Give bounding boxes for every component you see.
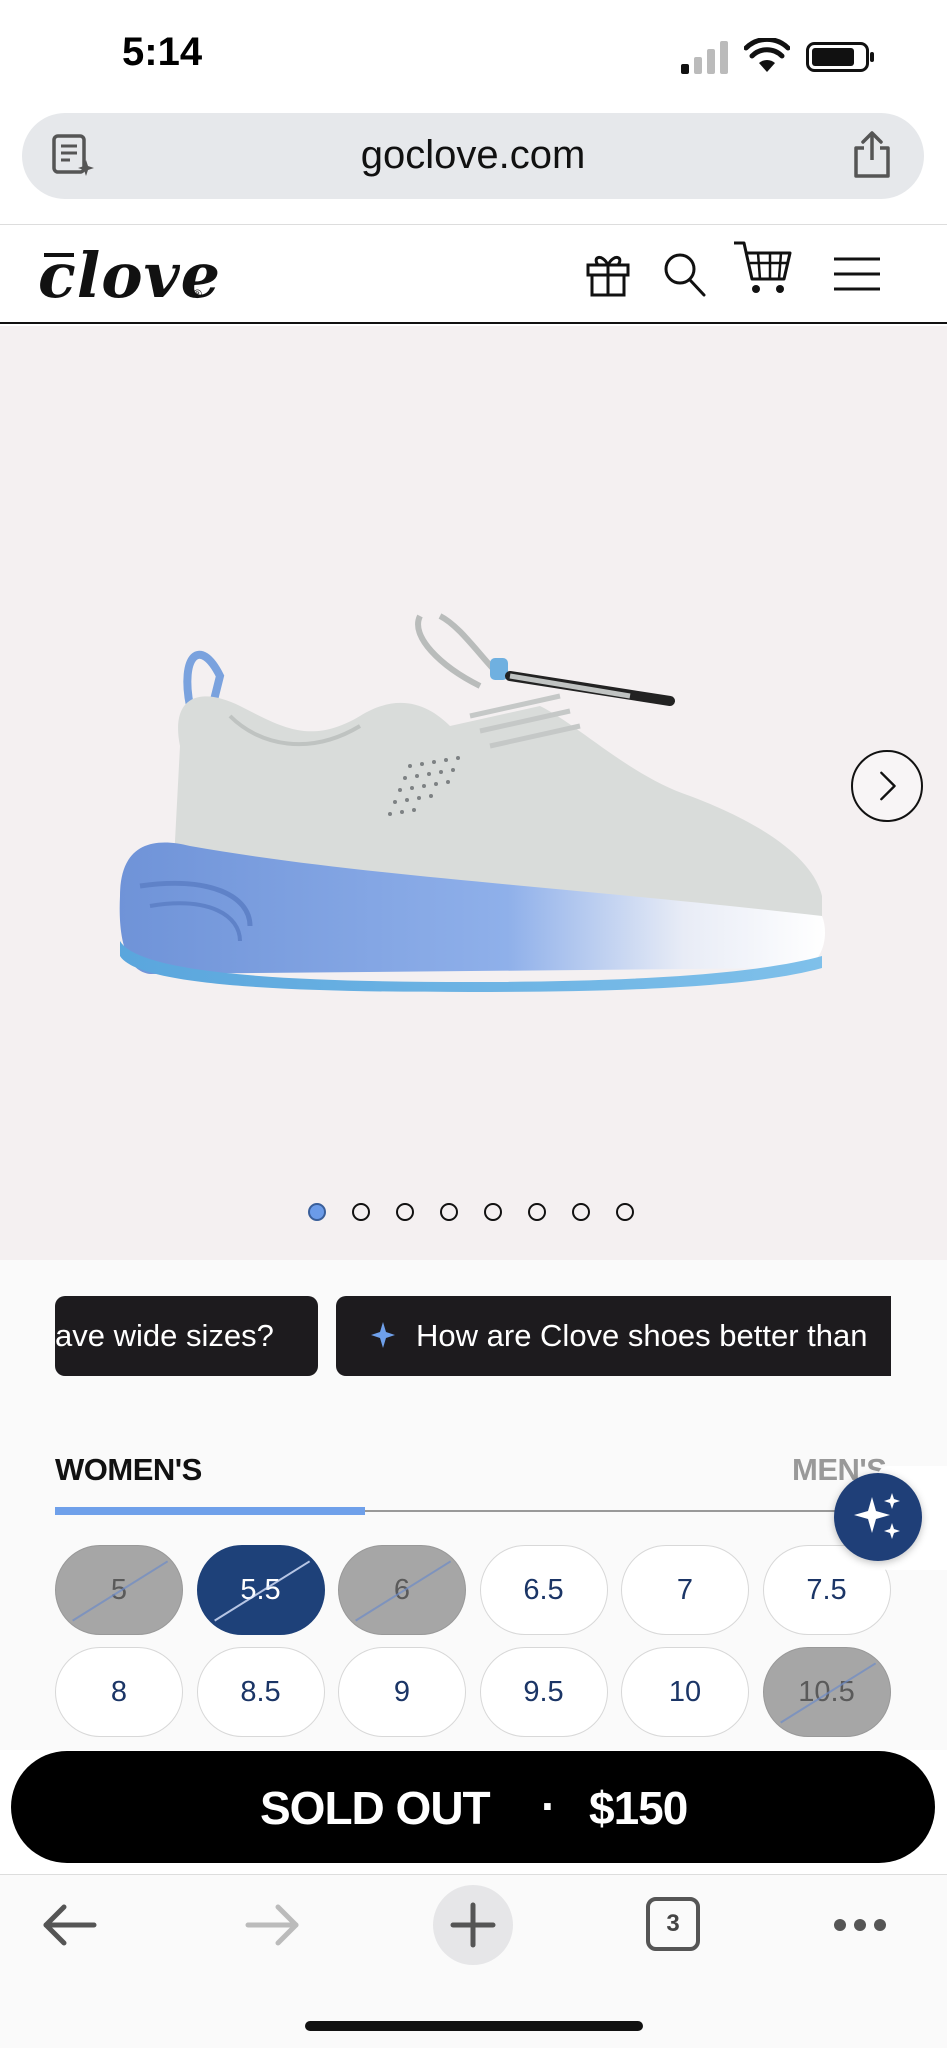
question-chip-label: ave wide sizes? <box>55 1318 274 1353</box>
cellular-signal-icon <box>681 41 728 74</box>
carousel-dot[interactable] <box>616 1203 634 1221</box>
buy-button-separator: · <box>541 1780 557 1832</box>
size-option[interactable]: 5 <box>55 1545 183 1635</box>
back-arrow-icon[interactable] <box>40 1895 100 1955</box>
carousel-dot[interactable] <box>308 1203 326 1221</box>
sold-out-button[interactable]: SOLD OUT · $150 <box>11 1751 935 1863</box>
size-option[interactable]: 5.5 <box>196 1545 325 1635</box>
tab-switcher-button[interactable]: 3 <box>646 1897 700 1951</box>
url-text[interactable]: goclove.com <box>22 133 924 178</box>
new-tab-button[interactable] <box>433 1885 513 1965</box>
sparkle-icon <box>371 1322 395 1348</box>
product-image-carousel[interactable] <box>0 326 947 1260</box>
carousel-dot[interactable] <box>352 1203 370 1221</box>
question-chip-label: How are Clove shoes better than <box>416 1318 868 1353</box>
active-tab-indicator <box>55 1507 365 1515</box>
sparkles-icon <box>854 1493 900 1539</box>
size-selector: WOMEN'S MEN'S 5 5.5 6 6.5 7 7.5 8 8.5 9 9.5 10 10.5 <box>0 1420 947 1750</box>
carousel-dot[interactable] <box>440 1203 458 1221</box>
carousel-dot[interactable] <box>396 1203 414 1221</box>
carousel-dot[interactable] <box>528 1203 546 1221</box>
home-indicator <box>305 2021 643 2031</box>
carousel-dot[interactable] <box>484 1203 502 1221</box>
ai-assistant-button[interactable] <box>834 1473 922 1561</box>
address-bar[interactable]: goclove.com <box>22 113 924 199</box>
plus-icon <box>450 1902 496 1948</box>
hamburger-menu-icon[interactable] <box>832 249 882 299</box>
forward-arrow-icon[interactable] <box>242 1895 302 1955</box>
share-icon[interactable] <box>850 130 894 180</box>
logo-registered-mark: ® <box>193 287 202 301</box>
size-option[interactable]: 6 <box>338 1545 466 1635</box>
product-shoe-image <box>119 613 826 992</box>
search-icon[interactable] <box>660 249 708 299</box>
gift-icon[interactable] <box>584 249 632 299</box>
size-option[interactable]: 9 <box>338 1647 466 1737</box>
product-price: $150 <box>589 1782 688 1834</box>
size-option[interactable]: 10.5 <box>762 1647 891 1737</box>
question-chip-wide-sizes[interactable]: ave wide sizes? <box>55 1296 318 1376</box>
ai-question-chips: ave wide sizes? How are Clove shoes bett… <box>0 1260 947 1420</box>
more-options-icon[interactable] <box>832 1915 888 1935</box>
size-option[interactable]: 6.5 <box>479 1545 608 1635</box>
size-option[interactable]: 8.5 <box>196 1647 325 1737</box>
next-image-button[interactable] <box>851 750 923 822</box>
size-option[interactable]: 9.5 <box>479 1647 608 1737</box>
site-header: clove ® <box>0 224 947 324</box>
size-option[interactable]: 7 <box>621 1545 749 1635</box>
size-option[interactable]: 8 <box>55 1647 183 1737</box>
status-bar: 5:14 <box>0 0 947 110</box>
browser-toolbar: 3 <box>0 1874 947 2048</box>
battery-icon <box>806 42 874 72</box>
question-chip-better-than[interactable]: How are Clove shoes better than <box>336 1296 891 1376</box>
chevron-right-icon <box>880 771 896 801</box>
carousel-dot[interactable] <box>572 1203 590 1221</box>
carousel-indicators <box>308 1203 634 1221</box>
wifi-icon <box>744 38 790 72</box>
cart-icon[interactable] <box>732 239 794 297</box>
size-option[interactable]: 10 <box>621 1647 749 1737</box>
status-time: 5:14 <box>122 30 203 74</box>
tab-womens[interactable]: WOMEN'S <box>55 1452 202 1488</box>
logo-macron <box>44 253 74 257</box>
clove-logo[interactable]: clove <box>38 239 221 312</box>
buy-button-label: SOLD OUT <box>260 1782 491 1834</box>
